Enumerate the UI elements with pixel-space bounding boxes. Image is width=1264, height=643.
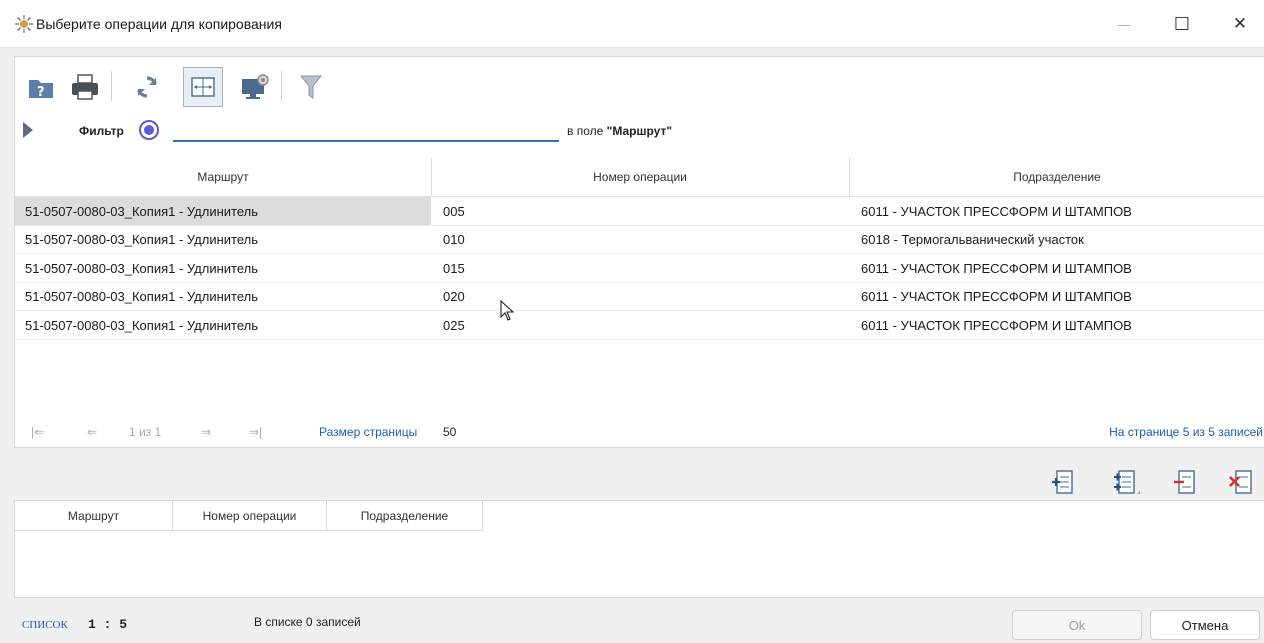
close-button[interactable]: ✕ (1212, 0, 1264, 48)
filter-radio[interactable] (139, 120, 159, 140)
cell-route: 51-0507-0080-03_Копия1 - Удлинитель (25, 289, 258, 304)
prev-page-icon[interactable]: ⇐ (87, 425, 97, 439)
last-page-icon[interactable]: ⇒| (249, 425, 262, 439)
remove-row-icon (1174, 470, 1195, 494)
column-header-department[interactable]: Подразделение (849, 157, 1264, 197)
grid-body: 51-0507-0080-03_Копия1 - Удлинитель 005 … (15, 197, 1264, 340)
first-page-icon[interactable]: |⇐ (31, 425, 44, 439)
cell-operation: 010 (443, 232, 465, 247)
page-record-count: На странице 5 из 5 записей (1109, 425, 1263, 439)
window-title: Выберите операции для копирования (36, 16, 282, 32)
column-header-route[interactable]: Маршрут (15, 157, 431, 197)
selected-grid: Маршрут Номер операции Подразделение (14, 500, 1264, 598)
print-icon (72, 74, 98, 100)
ok-button[interactable]: Ok (1012, 610, 1142, 640)
filter-button[interactable] (291, 67, 331, 107)
table-row[interactable]: 51-0507-0080-03_Копия1 - Удлинитель 025 … (15, 311, 1264, 340)
page-position: 1 из 1 (129, 425, 162, 439)
cell-department: 6011 - УЧАСТОК ПРЕССФОРМ И ШТАМПОВ (861, 203, 1132, 219)
add-row-icon (1052, 470, 1073, 494)
help-folder-button[interactable]: ? (21, 67, 61, 107)
cell-department: 6011 - УЧАСТОК ПРЕССФОРМ И ШТАМПОВ (861, 260, 1132, 276)
cell-department: 6011 - УЧАСТОК ПРЕССФОРМ И ШТАМПОВ (861, 317, 1132, 333)
status-bar: СПИСОК 1 : 5 В списке 0 записей Ok Отмен… (0, 604, 1264, 643)
maximize-button[interactable]: ☐ (1154, 0, 1210, 48)
minimize-icon: — (1117, 16, 1131, 32)
mouse-cursor-icon (500, 300, 515, 321)
minimize-button[interactable]: — (1096, 0, 1152, 48)
maximize-icon: ☐ (1173, 13, 1191, 34)
cell-department: 6011 - УЧАСТОК ПРЕССФОРМ И ШТАМПОВ (861, 289, 1132, 304)
expand-arrow-icon[interactable] (23, 122, 33, 138)
list-record-count: В списке 0 записей (254, 615, 361, 629)
app-icon (15, 15, 33, 33)
list-mode-link[interactable]: СПИСОК (22, 619, 68, 631)
filter-label: Фильтр (79, 124, 124, 138)
fit-columns-button[interactable] (183, 67, 223, 107)
next-page-icon[interactable]: ⇒ (201, 425, 211, 439)
filter-field-label: в поле "Маршрут" (567, 124, 673, 138)
list-ratio: 1 : 5 (88, 617, 128, 632)
selected-column-operation[interactable]: Номер операции (173, 501, 327, 531)
page-size-label[interactable]: Размер страницы (319, 425, 417, 439)
settings-button[interactable] (235, 67, 275, 107)
fit-columns-icon (191, 77, 215, 97)
clear-all-button[interactable] (1226, 466, 1256, 498)
settings-monitor-icon (242, 74, 269, 99)
grid-header: Маршрут Номер операции Подразделение (15, 157, 1264, 197)
add-all-button[interactable] (1112, 466, 1142, 498)
title-bar: Выберите операции для копирования — ☐ ✕ (0, 0, 1264, 48)
add-row-button[interactable] (1048, 466, 1078, 498)
table-row[interactable]: 51-0507-0080-03_Копия1 - Удлинитель 010 … (15, 226, 1264, 254)
toolbar: ? (15, 57, 345, 109)
table-row[interactable]: 51-0507-0080-03_Копия1 - Удлинитель 005 … (15, 197, 1264, 226)
cell-operation: 015 (443, 260, 465, 276)
cell-department: 6018 - Термогальванический участок (861, 232, 1084, 247)
filter-input[interactable] (173, 118, 559, 142)
clear-all-icon (1229, 470, 1252, 494)
main-panel: ? Фильтр в поле "Маршрут" Маршрут Номер … (14, 56, 1264, 448)
cell-route: 51-0507-0080-03_Копия1 - Удлинитель (15, 197, 431, 225)
table-row[interactable]: 51-0507-0080-03_Копия1 - Удлинитель 015 … (15, 254, 1264, 283)
refresh-button[interactable] (127, 67, 167, 107)
selected-column-department[interactable]: Подразделение (327, 501, 483, 531)
table-row[interactable]: 51-0507-0080-03_Копия1 - Удлинитель 020 … (15, 283, 1264, 311)
filter-icon (299, 75, 323, 99)
cell-operation: 005 (443, 203, 465, 219)
page-size-value[interactable]: 50 (443, 425, 456, 439)
refresh-icon (136, 76, 158, 98)
print-button[interactable] (65, 67, 105, 107)
cancel-button[interactable]: Отмена (1150, 610, 1260, 640)
cell-route: 51-0507-0080-03_Копия1 - Удлинитель (25, 260, 258, 276)
selected-column-route[interactable]: Маршрут (15, 501, 173, 531)
column-header-operation[interactable]: Номер операции (431, 157, 849, 197)
svg-text:?: ? (37, 85, 45, 100)
remove-row-button[interactable] (1170, 466, 1200, 498)
pager: |⇐ ⇐ 1 из 1 ⇒ ⇒| Размер страницы 50 На с… (15, 423, 1264, 445)
filter-row: Фильтр в поле "Маршрут" (15, 113, 1264, 147)
add-all-icon (1114, 470, 1140, 494)
cell-route: 51-0507-0080-03_Копия1 - Удлинитель (25, 232, 258, 247)
help-folder-icon: ? (29, 80, 53, 100)
close-icon: ✕ (1232, 14, 1248, 33)
cell-route: 51-0507-0080-03_Копия1 - Удлинитель (25, 317, 258, 333)
